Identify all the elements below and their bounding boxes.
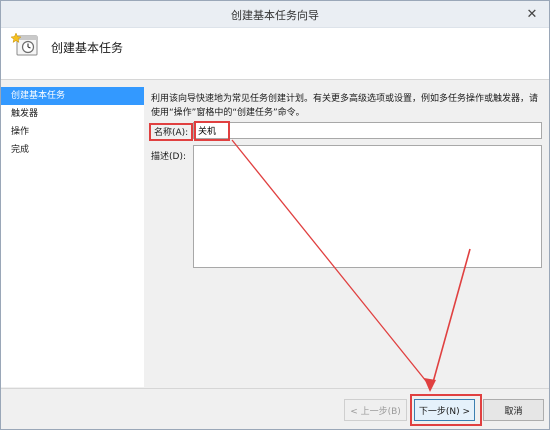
name-label: 名称(A): <box>149 123 194 141</box>
sidebar-item-create-task[interactable]: 创建基本任务 <box>1 87 144 105</box>
sidebar-item-trigger[interactable]: 触发器 <box>1 105 144 123</box>
cancel-button[interactable]: 取消 <box>483 399 544 421</box>
wizard-header: 创建基本任务 <box>1 28 549 80</box>
task-clock-icon <box>11 33 38 56</box>
name-input[interactable] <box>193 122 542 139</box>
description-textarea[interactable] <box>193 145 542 268</box>
title-bar: 创建基本任务向导 ✕ <box>1 1 549 28</box>
next-button[interactable]: 下一步(N) > <box>414 399 475 421</box>
close-icon: ✕ <box>526 6 538 22</box>
back-button[interactable]: < 上一步(B) <box>344 399 407 421</box>
wizard-window: 创建基本任务向导 ✕ 创建基本任务 创建基本任务 触发器 操作 完成 利用该向导… <box>0 0 550 430</box>
wizard-description: 利用该向导快速地为常见任务创建计划。有关更多高级选项或设置，例如多任务操作或触发… <box>151 94 539 118</box>
sidebar-item-finish[interactable]: 完成 <box>1 141 144 159</box>
header-title: 创建基本任务 <box>51 41 124 55</box>
wizard-content: 利用该向导快速地为常见任务创建计划。有关更多高级选项或设置，例如多任务操作或触发… <box>144 87 549 387</box>
window-title: 创建基本任务向导 <box>231 9 319 22</box>
wizard-steps-sidebar: 创建基本任务 触发器 操作 完成 <box>1 87 144 387</box>
footer-divider <box>1 388 549 389</box>
description-label: 描述(D): <box>151 152 186 162</box>
sidebar-item-action[interactable]: 操作 <box>1 123 144 141</box>
close-button[interactable]: ✕ <box>521 5 543 23</box>
